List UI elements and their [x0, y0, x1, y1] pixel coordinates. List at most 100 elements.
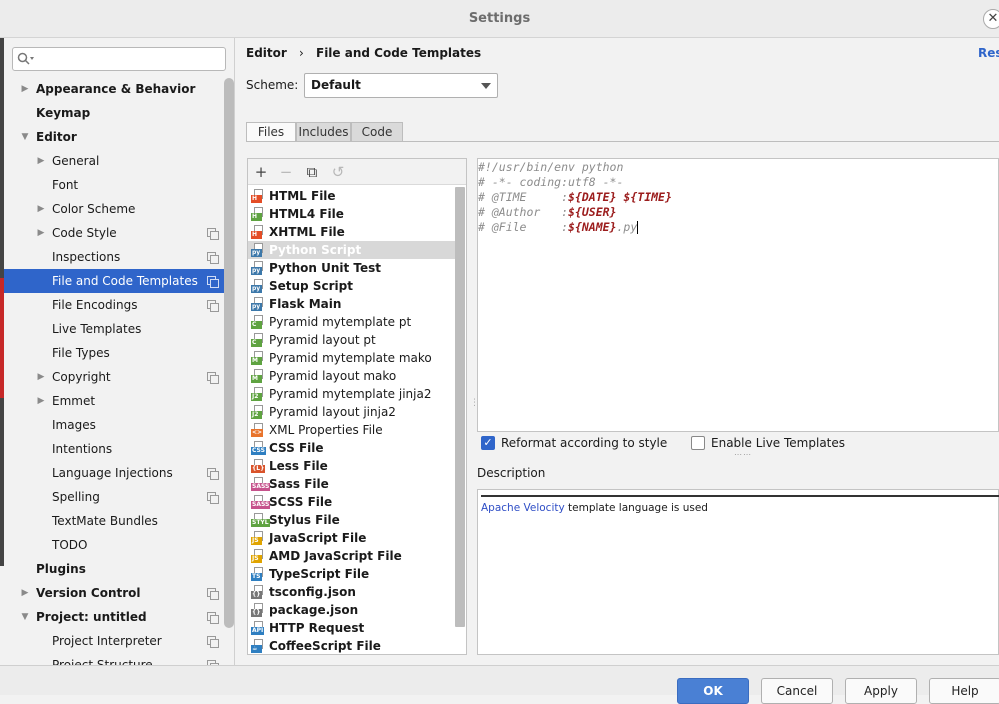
sidebar-item-intentions[interactable]: Intentions [4, 437, 234, 461]
chevron-right-icon[interactable]: ▶ [36, 149, 46, 173]
template-item-scss-file[interactable]: SASS SCSS File [248, 493, 456, 511]
reset-icon[interactable]: ↺ [329, 163, 347, 181]
template-item-coffeescript-file[interactable]: ☕ CoffeeScript File [248, 637, 456, 654]
apply-button[interactable]: Apply [845, 678, 917, 704]
resize-grip-icon[interactable]: ⋯⋯ [734, 450, 752, 459]
ok-button[interactable]: OK [677, 678, 749, 704]
sidebar-item-inspections[interactable]: Inspections [4, 245, 234, 269]
template-item-amd-javascript-file[interactable]: JS AMD JavaScript File [248, 547, 456, 565]
cancel-button[interactable]: Cancel [761, 678, 833, 704]
sidebar-item-appearance-behavior[interactable]: ▶ Appearance & Behavior [4, 77, 234, 101]
file-type-icon: C [251, 315, 264, 329]
sidebar-item-file-encodings[interactable]: File Encodings [4, 293, 234, 317]
sidebar-item-file-and-code-templates[interactable]: File and Code Templates [4, 269, 234, 293]
sidebar-item-project-structure[interactable]: Project Structure [4, 653, 234, 665]
template-item-pyramid-mytemplate-pt[interactable]: C Pyramid mytemplate pt [248, 313, 456, 331]
sidebar-item-plugins[interactable]: Plugins [4, 557, 234, 581]
template-item-python-unit-test[interactable]: py Python Unit Test [248, 259, 456, 277]
sidebar-item-label: Project: untitled [36, 610, 147, 624]
sidebar-item-todo[interactable]: TODO [4, 533, 234, 557]
sidebar-item-label: Copyright [52, 370, 111, 384]
sidebar-item-copyright[interactable]: ▶ Copyright [4, 365, 234, 389]
tab-includes[interactable]: Includes [296, 122, 351, 142]
sidebar-item-label: File and Code Templates [52, 274, 198, 288]
template-item-pyramid-mytemplate-mako[interactable]: M Pyramid mytemplate mako [248, 349, 456, 367]
help-button[interactable]: Help [929, 678, 999, 704]
template-item-html-file[interactable]: H HTML File [248, 187, 456, 205]
project-scope-icon [207, 276, 219, 288]
sidebar-item-version-control[interactable]: ▶ Version Control [4, 581, 234, 605]
file-type-icon: TS [251, 567, 264, 581]
add-icon[interactable]: + [252, 163, 270, 181]
scheme-select[interactable]: Default [304, 73, 498, 98]
template-label: CoffeeScript File [269, 639, 381, 653]
template-item-xhtml-file[interactable]: H XHTML File [248, 223, 456, 241]
sidebar-item-keymap[interactable]: Keymap [4, 101, 234, 125]
sidebar-scrollbar[interactable] [224, 78, 234, 628]
remove-icon[interactable]: − [277, 163, 295, 181]
sidebar-item-textmate-bundles[interactable]: TextMate Bundles [4, 509, 234, 533]
chevron-right-icon[interactable]: ▶ [36, 221, 46, 245]
file-type-icon: M [251, 351, 264, 365]
template-item-setup-script[interactable]: py Setup Script [248, 277, 456, 295]
template-item-python-script[interactable]: py Python Script [248, 241, 456, 259]
breadcrumb-root: Editor [246, 46, 287, 60]
template-item-package-json[interactable]: {} package.json [248, 601, 456, 619]
sidebar-item-code-style[interactable]: ▶ Code Style [4, 221, 234, 245]
reset-link[interactable]: Reset [978, 46, 999, 60]
tab-code[interactable]: Code [351, 122, 403, 142]
chevron-right-icon[interactable]: ▶ [36, 197, 46, 221]
template-list-scrollbar[interactable] [455, 187, 465, 627]
template-item-html4-file[interactable]: H HTML4 File [248, 205, 456, 223]
sidebar-item-spelling[interactable]: Spelling [4, 485, 234, 509]
template-item-javascript-file[interactable]: JS JavaScript File [248, 529, 456, 547]
sidebar-item-label: Language Injections [52, 466, 173, 480]
sidebar-item-color-scheme[interactable]: ▶ Color Scheme [4, 197, 234, 221]
sidebar-item-general[interactable]: ▶ General [4, 149, 234, 173]
chevron-right-icon[interactable]: ▶ [36, 365, 46, 389]
template-item-tsconfig-json[interactable]: {} tsconfig.json [248, 583, 456, 601]
close-icon[interactable]: ✕ [983, 9, 999, 29]
search-input[interactable] [12, 47, 226, 71]
sidebar-item-label: General [52, 154, 100, 168]
template-item-pyramid-layout-mako[interactable]: M Pyramid layout mako [248, 367, 456, 385]
code-line: #!/usr/bin/env python [478, 160, 624, 174]
template-item-http-request[interactable]: API HTTP Request [248, 619, 456, 637]
sidebar-item-font[interactable]: Font [4, 173, 234, 197]
template-item-stylus-file[interactable]: STYL Stylus File [248, 511, 456, 529]
sidebar-item-editor[interactable]: ▼ Editor [4, 125, 234, 149]
template-item-css-file[interactable]: CSS CSS File [248, 439, 456, 457]
sidebar-item-file-types[interactable]: File Types [4, 341, 234, 365]
template-item-flask-main[interactable]: py Flask Main [248, 295, 456, 313]
chevron-right-icon[interactable]: ▶ [20, 77, 30, 101]
copy-icon[interactable]: ⧉ [303, 163, 321, 181]
template-editor[interactable]: #!/usr/bin/env python # -*- coding:utf8 -… [477, 158, 999, 432]
chevron-right-icon[interactable]: ▶ [36, 389, 46, 413]
sidebar-item-images[interactable]: Images [4, 413, 234, 437]
template-item-pyramid-layout-pt[interactable]: C Pyramid layout pt [248, 331, 456, 349]
scheme-label: Scheme: [246, 78, 299, 92]
chevron-down-icon[interactable]: ▼ [20, 125, 30, 149]
sidebar-item-label: Font [52, 178, 79, 192]
sidebar-item-project-interpreter[interactable]: Project Interpreter [4, 629, 234, 653]
template-item-sass-file[interactable]: SASS Sass File [248, 475, 456, 493]
sidebar-item-project-untitled[interactable]: ▼ Project: untitled [4, 605, 234, 629]
sidebar-item-emmet[interactable]: ▶ Emmet [4, 389, 234, 413]
template-item-typescript-file[interactable]: TS TypeScript File [248, 565, 456, 583]
template-item-pyramid-layout-jinja2[interactable]: J2 Pyramid layout jinja2 [248, 403, 456, 421]
chevron-right-icon[interactable]: ▶ [20, 581, 30, 605]
file-type-icon: {} [251, 585, 264, 599]
template-label: TypeScript File [269, 567, 370, 581]
template-label: Flask Main [269, 297, 342, 311]
chevron-down-icon[interactable]: ▼ [20, 605, 30, 629]
sidebar-item-label: Keymap [36, 106, 91, 120]
velocity-link[interactable]: Apache Velocity [481, 502, 565, 514]
template-item-less-file[interactable]: {L} Less File [248, 457, 456, 475]
project-scope-icon [207, 468, 219, 480]
sidebar-item-language-injections[interactable]: Language Injections [4, 461, 234, 485]
sidebar-item-live-templates[interactable]: Live Templates [4, 317, 234, 341]
file-type-icon: py [251, 279, 264, 293]
template-item-pyramid-mytemplate-jinja2[interactable]: J2 Pyramid mytemplate jinja2 [248, 385, 456, 403]
template-item-xml-properties-file[interactable]: <> XML Properties File [248, 421, 456, 439]
tab-files[interactable]: Files [246, 122, 296, 142]
